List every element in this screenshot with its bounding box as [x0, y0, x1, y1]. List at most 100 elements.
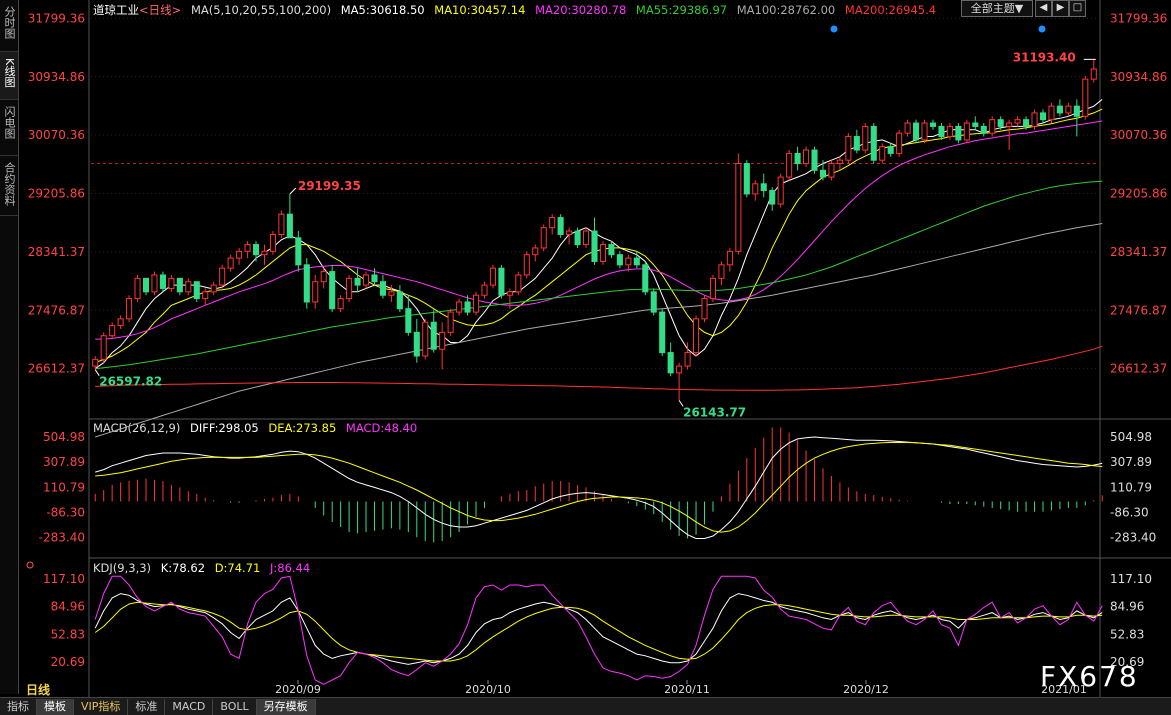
candle-body: [693, 318, 700, 354]
candle-body: [946, 125, 953, 138]
x-tick-label: 2020/09: [275, 683, 321, 696]
candle-body: [845, 136, 852, 161]
tab-macd[interactable]: MACD: [165, 698, 214, 715]
candle-body: [261, 250, 268, 256]
candle-body: [439, 331, 446, 350]
sidebar-tab-timeshare[interactable]: 分时图: [0, 0, 18, 52]
macd-y-tick-left: -283.40: [39, 531, 85, 545]
candle-body: [642, 264, 649, 293]
candle-body: [904, 122, 911, 134]
sidebar-tab-kline[interactable]: K线图: [0, 52, 18, 100]
candle-body: [913, 122, 920, 141]
y-tick-label-left: 28341.37: [28, 245, 85, 259]
tab-save-template[interactable]: 另存模板: [256, 698, 316, 715]
candle-body: [464, 301, 471, 313]
macd-y-tick-right: 504.98: [1110, 430, 1152, 444]
macd-y-tick-left: -86.30: [46, 506, 85, 520]
y-tick-label-right: 30070.36: [1110, 128, 1167, 142]
kdj-y-tick-left: 117.10: [43, 572, 85, 586]
tab-standard[interactable]: 标准: [128, 698, 166, 715]
candle-body: [760, 183, 767, 192]
tab-boll[interactable]: BOLL: [213, 698, 257, 715]
candle-body: [151, 274, 158, 293]
candle-body: [811, 149, 818, 171]
candle-body: [1065, 105, 1072, 114]
candle-body: [777, 176, 784, 205]
y-tick-label-right: 26612.37: [1110, 362, 1167, 376]
sidebar-tab-label: K线图: [3, 58, 16, 88]
y-tick-label-left: 31799.36: [28, 11, 85, 25]
candle-body: [1048, 105, 1055, 121]
chart-canvas[interactable]: 31799.36 31799.36 30934.86 30934.86 30070.36…: [19, 0, 1171, 697]
x-tick-label: 2020/11: [664, 683, 710, 696]
candle-body: [472, 294, 480, 313]
candle-body: [126, 298, 133, 320]
candle-body: [870, 125, 877, 161]
candle-body: [650, 291, 657, 313]
candle-body: [599, 244, 607, 262]
candle-body: [1056, 105, 1063, 114]
sidebar-tab-label: 分时图: [3, 6, 16, 39]
candle-body: [676, 365, 683, 374]
event-marker: [1038, 25, 1046, 33]
tab-vip-indicators[interactable]: VIP指标: [74, 698, 129, 715]
candle-body: [312, 281, 319, 303]
candle-body: [498, 267, 505, 296]
y-tick-label-left: 30934.86: [28, 70, 85, 84]
candle-body: [244, 244, 251, 252]
candle-body: [582, 230, 590, 246]
candle-body: [803, 149, 810, 165]
candle-body: [176, 277, 183, 293]
candle-body: [972, 122, 979, 127]
sidebar-tab-label: 闪电图: [3, 106, 16, 139]
bottom-toolbar: 指标 模板 VIP指标 标准 MACD BOLL 另存模板: [0, 697, 1171, 715]
candle-body: [633, 257, 640, 266]
kdj-y-tick-right: 52.83: [1110, 627, 1144, 641]
kdj-y-tick-right: 117.10: [1110, 572, 1152, 586]
annotation-pointer: [289, 187, 297, 195]
candle-body: [396, 291, 403, 310]
candle-body: [667, 352, 674, 374]
candle-body: [566, 230, 573, 235]
candle-body: [929, 122, 937, 127]
period-indicator[interactable]: 日线: [26, 681, 50, 698]
tab-template[interactable]: 模板: [37, 698, 74, 715]
candle-body: [896, 132, 903, 154]
sidebar-tab-lightning[interactable]: 闪电图: [0, 100, 18, 156]
y-tick-label-left: 30070.36: [28, 128, 85, 142]
y-tick-label-right: 31799.36: [1110, 11, 1167, 25]
kdj-y-tick-left: 52.83: [51, 627, 85, 641]
candle-body: [963, 122, 970, 141]
annotation-label: 26143.77: [683, 405, 746, 419]
kdj-y-tick-left: 20.69: [51, 655, 85, 669]
candle-body: [887, 146, 894, 154]
y-tick-label-right: 27476.87: [1110, 303, 1167, 317]
candle-body: [295, 237, 302, 266]
candle-body: [540, 227, 547, 249]
tab-indicators[interactable]: 指标: [0, 698, 37, 715]
candle-body: [320, 271, 327, 283]
ma20-line: [95, 120, 1103, 340]
candle-body: [557, 217, 564, 235]
candle-body: [117, 318, 124, 327]
candle-body: [862, 125, 869, 151]
candle-body: [430, 321, 437, 350]
macd-y-tick-left: 307.89: [43, 455, 85, 469]
candle-body: [346, 277, 353, 300]
candle-body: [337, 298, 344, 310]
candle-body: [684, 352, 691, 367]
candle-body: [828, 163, 835, 178]
candle-body: [134, 277, 141, 300]
candle-body: [921, 122, 928, 141]
ma55-line: [95, 180, 1103, 370]
candle-body: [456, 301, 463, 313]
sidebar-tab-contract-info[interactable]: 合约资料: [0, 156, 18, 216]
left-sidebar: 分时图 K线图 闪电图 合约资料: [0, 0, 19, 694]
annotation-label: 26597.82: [99, 375, 162, 389]
candle-body: [278, 213, 285, 235]
macd-y-tick-right: 307.89: [1110, 455, 1152, 469]
candle-body: [202, 291, 209, 300]
candle-body: [92, 358, 99, 367]
candle-body: [709, 277, 717, 300]
candle-body: [489, 267, 496, 286]
